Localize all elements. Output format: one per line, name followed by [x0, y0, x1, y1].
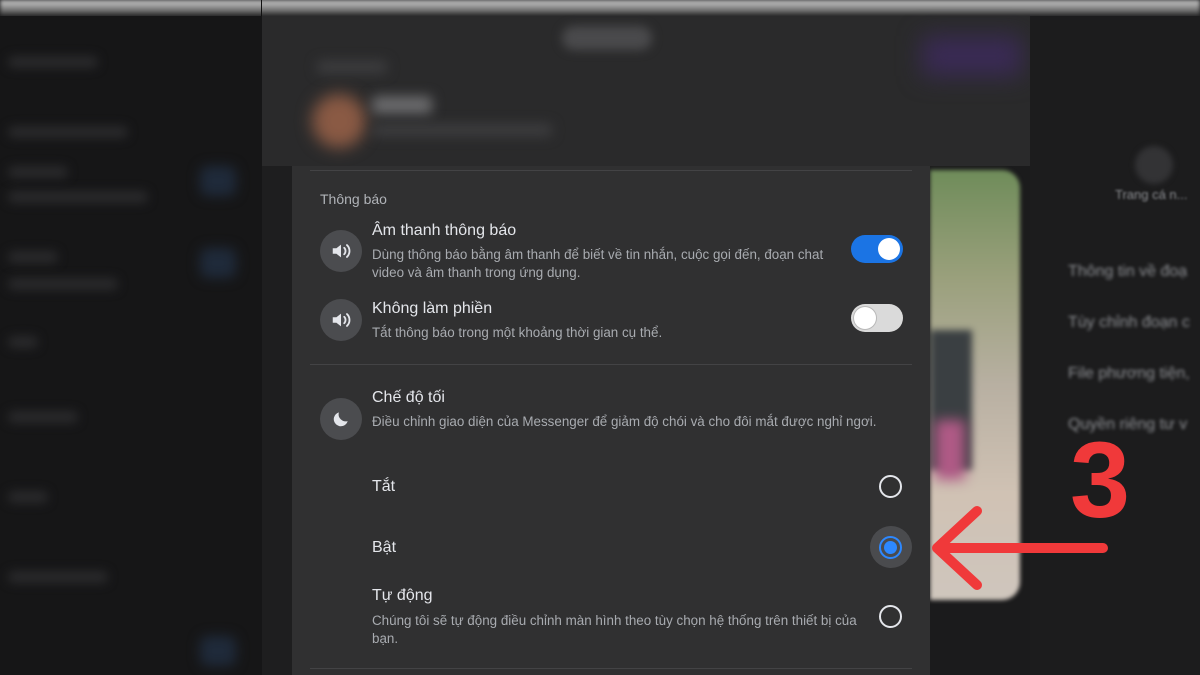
blurred-badge: [200, 636, 236, 666]
blurred-accent: [922, 36, 1022, 76]
blurred-text: [8, 571, 108, 583]
blurred-text: [8, 56, 98, 68]
arrow-annotation: [932, 506, 1108, 590]
divider: [310, 364, 912, 365]
avatar: [312, 94, 366, 148]
dark-mode-option-on-label: Bật: [372, 539, 397, 556]
sound-notifications-description: Dùng thông báo bằng âm thanh để biết về …: [372, 247, 824, 280]
do-not-disturb-toggle[interactable]: [851, 304, 903, 332]
chat-list-sidebar: [0, 16, 262, 675]
toggle-knob: [854, 307, 876, 329]
toggle-knob: [878, 238, 900, 260]
dark-mode-option-auto-radio[interactable]: [879, 605, 902, 628]
info-item-media[interactable]: File phương tiện,: [1068, 365, 1190, 383]
speaker-icon: [320, 230, 362, 272]
info-item-about[interactable]: Thông tin về đoạ: [1068, 263, 1187, 281]
chat-area: [262, 166, 292, 675]
dark-mode-option-auto-description: Chúng tôi sẽ tự động điều chỉnh màn hình…: [372, 613, 857, 646]
sound-notifications-title: Âm thanh thông báo: [372, 222, 517, 239]
speaker-icon: [320, 299, 362, 341]
blurred-text: [8, 278, 118, 290]
do-not-disturb-description: Tắt thông báo trong một khoảng thời gian…: [372, 325, 663, 340]
blurred-text: [8, 251, 58, 263]
blurred-text: [317, 61, 387, 73]
blurred-badge: [200, 166, 236, 196]
divider: [310, 170, 912, 171]
blurred-pill: [562, 26, 652, 50]
dark-mode-description: Điều chỉnh giao diện của Messenger để gi…: [372, 414, 877, 429]
do-not-disturb-title: Không làm phiền: [372, 300, 493, 317]
blurred-badge: [200, 248, 236, 278]
conversation-header: [262, 16, 1030, 166]
moon-icon: [320, 398, 362, 440]
blurred-text: [8, 336, 38, 348]
dark-mode-option-off-radio[interactable]: [879, 475, 902, 498]
blurred-text: [8, 411, 78, 423]
divider: [310, 668, 912, 669]
sound-notifications-toggle[interactable]: [851, 235, 903, 263]
blurred-text: [8, 166, 68, 178]
blurred-text: [8, 126, 128, 138]
blurred-name: [372, 96, 432, 114]
info-item-customize[interactable]: Tùy chỉnh đoạn c: [1068, 314, 1190, 332]
dark-mode-title: Chế độ tối: [372, 389, 445, 406]
profile-icon: [1135, 146, 1173, 184]
blurred-text: [8, 491, 48, 503]
dark-mode-option-off-label: Tắt: [372, 478, 396, 495]
profile-link[interactable]: Trang cá n...: [1115, 187, 1188, 202]
dark-mode-option-auto-label: Tự động: [372, 587, 433, 604]
preferences-panel: Thông báo Âm thanh thông báo Dùng thông …: [292, 166, 930, 675]
blurred-text: [8, 191, 148, 203]
notifications-section-label: Thông báo: [320, 191, 387, 207]
photo-detail: [935, 420, 965, 480]
top-bar: [0, 0, 1200, 16]
dark-mode-option-on-radio[interactable]: [879, 536, 902, 559]
blurred-text: [372, 124, 552, 136]
